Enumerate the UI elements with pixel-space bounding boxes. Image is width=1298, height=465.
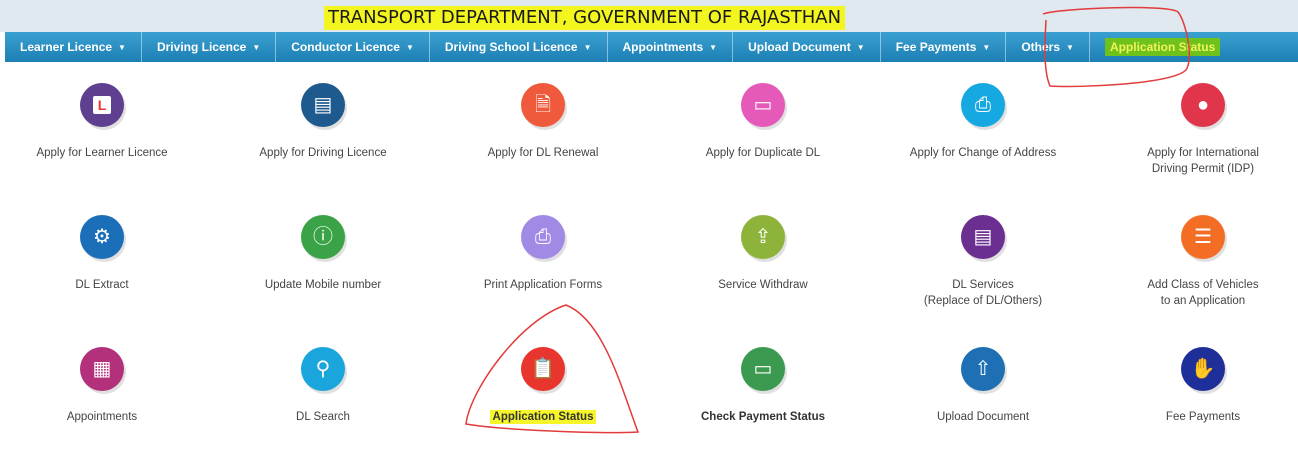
tile-dl-extract[interactable]: ⚙ DL Extract <box>0 215 212 293</box>
tile-service-withdraw[interactable]: ⇪ Service Withdraw <box>653 215 873 293</box>
tile-apply-dl-renewal[interactable]: 🗎 Apply for DL Renewal <box>433 83 653 161</box>
nav-driving-school-licence[interactable]: Driving School Licence ▼ <box>430 32 608 62</box>
payment-card-icon: ▭ <box>741 347 785 391</box>
driving-licence-icon: ▤ <box>301 83 345 127</box>
hand-gear-icon: ⚙ <box>80 215 124 259</box>
id-card-icon: ▤ <box>961 215 1005 259</box>
nav-learner-licence[interactable]: Learner Licence ▼ <box>5 32 142 62</box>
learner-licence-icon: L <box>80 83 124 127</box>
tile-check-payment-status[interactable]: ▭ Check Payment Status <box>653 347 873 425</box>
printer-icon: ⎙ <box>961 83 1005 127</box>
tile-dl-search[interactable]: ⚲ DL Search <box>213 347 433 425</box>
tile-appointments[interactable]: ▦ Appointments <box>0 347 212 425</box>
caret-down-icon: ▼ <box>982 42 991 52</box>
caret-down-icon: ▼ <box>856 42 865 52</box>
hand-coin-icon: ✋ <box>1181 347 1225 391</box>
calendar-icon: ▦ <box>80 347 124 391</box>
duplicate-card-icon: ▭ <box>741 83 785 127</box>
nav-fee-payments[interactable]: Fee Payments ▼ <box>881 32 1007 62</box>
nav-others[interactable]: Others ▼ <box>1006 32 1090 62</box>
tile-apply-duplicate-dl[interactable]: ▭ Apply for Duplicate DL <box>653 83 873 161</box>
nav-upload-document[interactable]: Upload Document ▼ <box>733 32 881 62</box>
nav-application-status[interactable]: Application Status <box>1090 32 1235 62</box>
department-title: TRANSPORT DEPARTMENT, GOVERNMENT OF RAJA… <box>324 6 846 30</box>
caret-down-icon: ▼ <box>252 42 261 52</box>
tile-update-mobile-number[interactable]: ⓘ Update Mobile number <box>213 215 433 293</box>
tile-print-application-forms[interactable]: ⎙ Print Application Forms <box>433 215 653 293</box>
upload-tray-icon: ⇪ <box>741 215 785 259</box>
main-navbar: Learner Licence ▼ Driving Licence ▼ Conduc… <box>5 32 1298 62</box>
tile-apply-change-of-address[interactable]: ⎙ Apply for Change of Address <box>873 83 1093 161</box>
renewal-document-icon: 🗎 <box>521 83 565 127</box>
tile-fee-payments[interactable]: ✋ Fee Payments <box>1093 347 1298 425</box>
nav-conductor-licence[interactable]: Conductor Licence ▼ <box>276 32 430 62</box>
tile-upload-document[interactable]: ⇧ Upload Document <box>873 347 1093 425</box>
upload-icon: ⇧ <box>961 347 1005 391</box>
nav-appointments[interactable]: Appointments ▼ <box>608 32 734 62</box>
tile-apply-learner-licence[interactable]: L Apply for Learner Licence <box>0 83 212 161</box>
caret-down-icon: ▼ <box>583 42 592 52</box>
tile-apply-driving-licence[interactable]: ▤ Apply for Driving Licence <box>213 83 433 161</box>
mobile-info-icon: ⓘ <box>301 215 345 259</box>
caret-down-icon: ▼ <box>709 42 718 52</box>
clipboard-status-icon: 📋 <box>521 347 565 391</box>
service-grid: L Apply for Learner Licence ▤ Apply for … <box>0 62 1298 465</box>
print-icon: ⎙ <box>521 215 565 259</box>
form-list-icon: ☰ <box>1181 215 1225 259</box>
caret-down-icon: ▼ <box>118 42 126 52</box>
caret-down-icon: ▼ <box>405 42 414 52</box>
nav-driving-licence[interactable]: Driving Licence ▼ <box>142 32 277 62</box>
tile-add-class-of-vehicles[interactable]: ☰ Add Class of Vehicles to an Application <box>1093 215 1298 309</box>
tile-apply-idp[interactable]: ● Apply for International Driving Permit … <box>1093 83 1298 177</box>
tile-dl-services[interactable]: ▤ DL Services (Replace of DL/Others) <box>873 215 1093 309</box>
tile-application-status[interactable]: 📋 Application Status <box>433 347 653 425</box>
user-search-icon: ⚲ <box>301 347 345 391</box>
person-icon: ● <box>1181 83 1225 127</box>
caret-down-icon: ▼ <box>1066 42 1074 52</box>
